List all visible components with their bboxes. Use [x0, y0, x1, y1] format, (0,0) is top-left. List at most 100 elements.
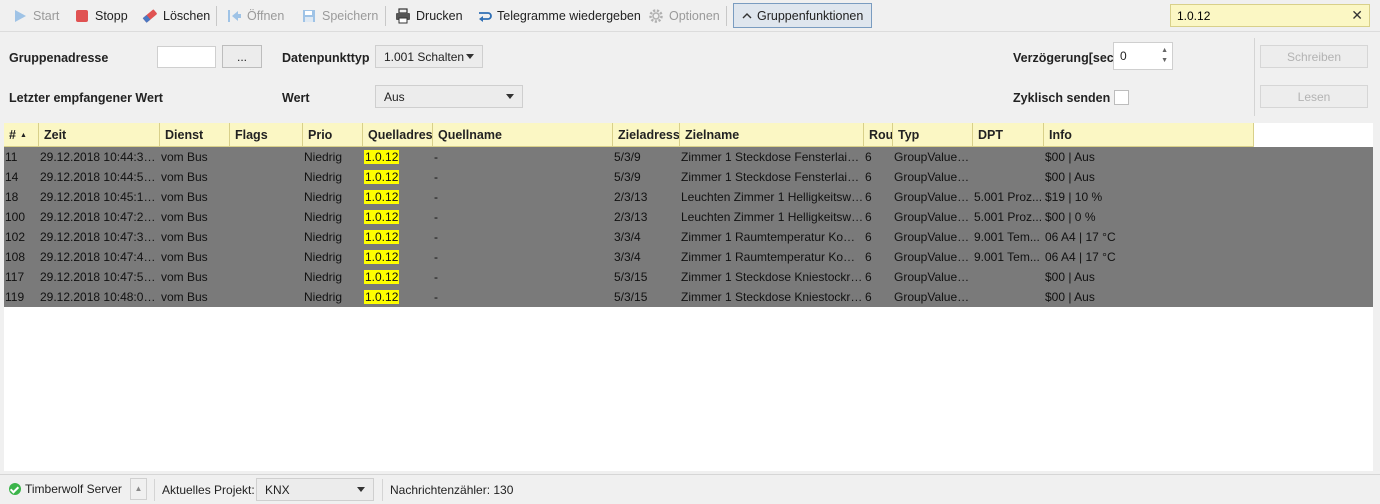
- column-header-type[interactable]: Typ: [893, 123, 973, 147]
- delay-spinner[interactable]: 0 ▲ ▼: [1113, 42, 1173, 70]
- chevron-up-icon[interactable]: ▲: [130, 478, 147, 500]
- cell-flags: [231, 227, 303, 247]
- cell-dpt: [974, 287, 1044, 307]
- cell-text: $19 | 10 %: [1045, 190, 1103, 204]
- column-header-service[interactable]: Dienst: [160, 123, 230, 147]
- clear-filter-icon[interactable]: ✕: [1351, 7, 1363, 24]
- cell-text: Zimmer 1 Steckdose Fensterlaibu...: [681, 150, 864, 164]
- table-row[interactable]: 14 29.12.2018 10:44:52,622vom Bus Niedrig 1…: [4, 167, 1373, 187]
- delete-button[interactable]: Löschen: [138, 4, 214, 28]
- table-row[interactable]: 11 29.12.2018 10:44:34,175vom Bus Niedrig 1…: [4, 147, 1373, 167]
- column-header-source-address[interactable]: Quelladress: [363, 123, 433, 147]
- column-header-target-name[interactable]: Zielname: [680, 123, 864, 147]
- cell-text: 3/3/4: [614, 250, 641, 264]
- cell-source-name: -: [434, 287, 613, 307]
- cell-text: 6: [865, 150, 872, 164]
- status-bar: Timberwolf Server ▲ Aktuelles Projekt: K…: [0, 474, 1380, 504]
- spinner-arrows-icon[interactable]: ▲ ▼: [1161, 46, 1168, 66]
- cell-text: 5/3/9: [614, 150, 641, 164]
- gear-icon: [648, 8, 664, 24]
- eraser-icon: [142, 8, 158, 24]
- column-header-time[interactable]: Zeit: [39, 123, 160, 147]
- cell-text: 9.001 Tem...: [974, 250, 1040, 264]
- group-functions-button[interactable]: Gruppenfunktionen: [733, 3, 873, 28]
- print-button[interactable]: Drucken: [391, 4, 467, 28]
- column-header-routing[interactable]: Rout: [864, 123, 893, 147]
- column-header-label: Typ: [898, 128, 920, 142]
- cell-text: GroupValueW...: [894, 170, 973, 184]
- read-button[interactable]: Lesen: [1260, 85, 1368, 108]
- cell-text: Zimmer 1 Steckdose Fensterlaibu...: [681, 170, 864, 184]
- server-status[interactable]: Timberwolf Server: [9, 482, 122, 496]
- address-filter: ✕: [1170, 4, 1370, 27]
- cell-type: GroupValueW...: [894, 187, 973, 207]
- cell-text: 2/3/13: [614, 190, 648, 204]
- cell-target-name: Zimmer 1 Steckdose Kniestockrau...: [681, 267, 864, 287]
- column-header-label: #: [9, 128, 16, 142]
- start-button[interactable]: Start: [8, 4, 63, 28]
- cell-text: 6: [865, 230, 872, 244]
- cell-type: GroupValueW...: [894, 147, 973, 167]
- table-row[interactable]: 18 29.12.2018 10:45:15,814vom Bus Niedrig 1…: [4, 187, 1373, 207]
- open-icon: [226, 8, 242, 24]
- cell-num: 117: [5, 267, 39, 287]
- cell-text: Zimmer 1 Raumtemperatur Komf...: [681, 230, 864, 244]
- cell-text: GroupValueW...: [894, 190, 973, 204]
- cell-text: 29.12.2018 10:44:52,622: [40, 170, 160, 184]
- table-row[interactable]: 102 29.12.2018 10:47:35,472vom Bus Niedrig…: [4, 227, 1373, 247]
- table-row[interactable]: 100 29.12.2018 10:47:27,940vom Bus Niedrig…: [4, 207, 1373, 227]
- cyclic-checkbox[interactable]: [1114, 90, 1129, 105]
- cell-service: vom Bus: [161, 227, 230, 247]
- save-button[interactable]: Speichern: [297, 4, 382, 28]
- open-button[interactable]: Öffnen: [222, 4, 288, 28]
- filter-input[interactable]: [1177, 8, 1352, 23]
- printer-icon: [395, 8, 411, 24]
- cell-text: Zimmer 1 Steckdose Kniestockrau...: [681, 270, 864, 284]
- cell-flags: [231, 267, 303, 287]
- message-counter: Nachrichtenzähler: 130: [390, 483, 514, 497]
- open-label: Öffnen: [247, 9, 285, 23]
- column-header-num[interactable]: # ▲: [4, 123, 39, 147]
- column-header-target-address[interactable]: Zieladresse: [613, 123, 680, 147]
- column-header-label: Dienst: [165, 128, 204, 142]
- cell-text: -: [434, 230, 438, 244]
- cell-service: vom Bus: [161, 247, 230, 267]
- cell-text: 6: [865, 210, 872, 224]
- cell-target-address: 2/3/13: [614, 207, 680, 227]
- cell-text: Niedrig: [304, 170, 343, 184]
- table-row[interactable]: 108 29.12.2018 10:47:44,639vom Bus Niedrig…: [4, 247, 1373, 267]
- cell-text: 6: [865, 190, 872, 204]
- value-select[interactable]: Aus: [375, 85, 523, 108]
- options-button[interactable]: Optionen: [644, 4, 724, 28]
- cell-prio: Niedrig: [304, 167, 363, 187]
- browse-address-button[interactable]: ...: [222, 45, 262, 68]
- cell-text: 29.12.2018 10:47:35,472: [40, 230, 160, 244]
- cell-text: 100: [5, 210, 26, 224]
- column-header-prio[interactable]: Prio: [303, 123, 363, 147]
- options-label: Optionen: [669, 9, 720, 23]
- stop-icon: [74, 8, 90, 24]
- table-header: # ▲ Zeit Dienst Flags Prio Quelladress Quellnam…: [4, 123, 1254, 147]
- column-header-dpt[interactable]: DPT: [973, 123, 1044, 147]
- dpt-select[interactable]: 1.001 Schalten: [375, 45, 483, 68]
- column-header-info[interactable]: Info: [1044, 123, 1254, 147]
- cell-text: vom Bus: [161, 150, 208, 164]
- cell-service: vom Bus: [161, 287, 230, 307]
- group-address-input[interactable]: [157, 46, 216, 68]
- cell-time: 29.12.2018 10:48:00,004: [40, 287, 160, 307]
- column-header-source-name[interactable]: Quellname: [433, 123, 613, 147]
- write-button[interactable]: Schreiben: [1260, 45, 1368, 68]
- cell-text: $00 | Aus: [1045, 170, 1095, 184]
- cell-service: vom Bus: [161, 267, 230, 287]
- cell-source-name: -: [434, 147, 613, 167]
- cell-flags: [231, 187, 303, 207]
- status-divider: [154, 479, 155, 501]
- project-select[interactable]: KNX: [256, 478, 374, 501]
- column-header-flags[interactable]: Flags: [230, 123, 303, 147]
- table-row[interactable]: 119 29.12.2018 10:48:00,004vom Bus Niedrig…: [4, 287, 1373, 307]
- cell-text: 29.12.2018 10:47:44,639: [40, 250, 160, 264]
- replay-telegrams-button[interactable]: Telegramme wiedergeben: [472, 4, 645, 28]
- stop-button[interactable]: Stopp: [70, 4, 132, 28]
- table-row[interactable]: 117 29.12.2018 10:47:58,231vom Bus Niedrig…: [4, 267, 1373, 287]
- cell-text: Niedrig: [304, 150, 343, 164]
